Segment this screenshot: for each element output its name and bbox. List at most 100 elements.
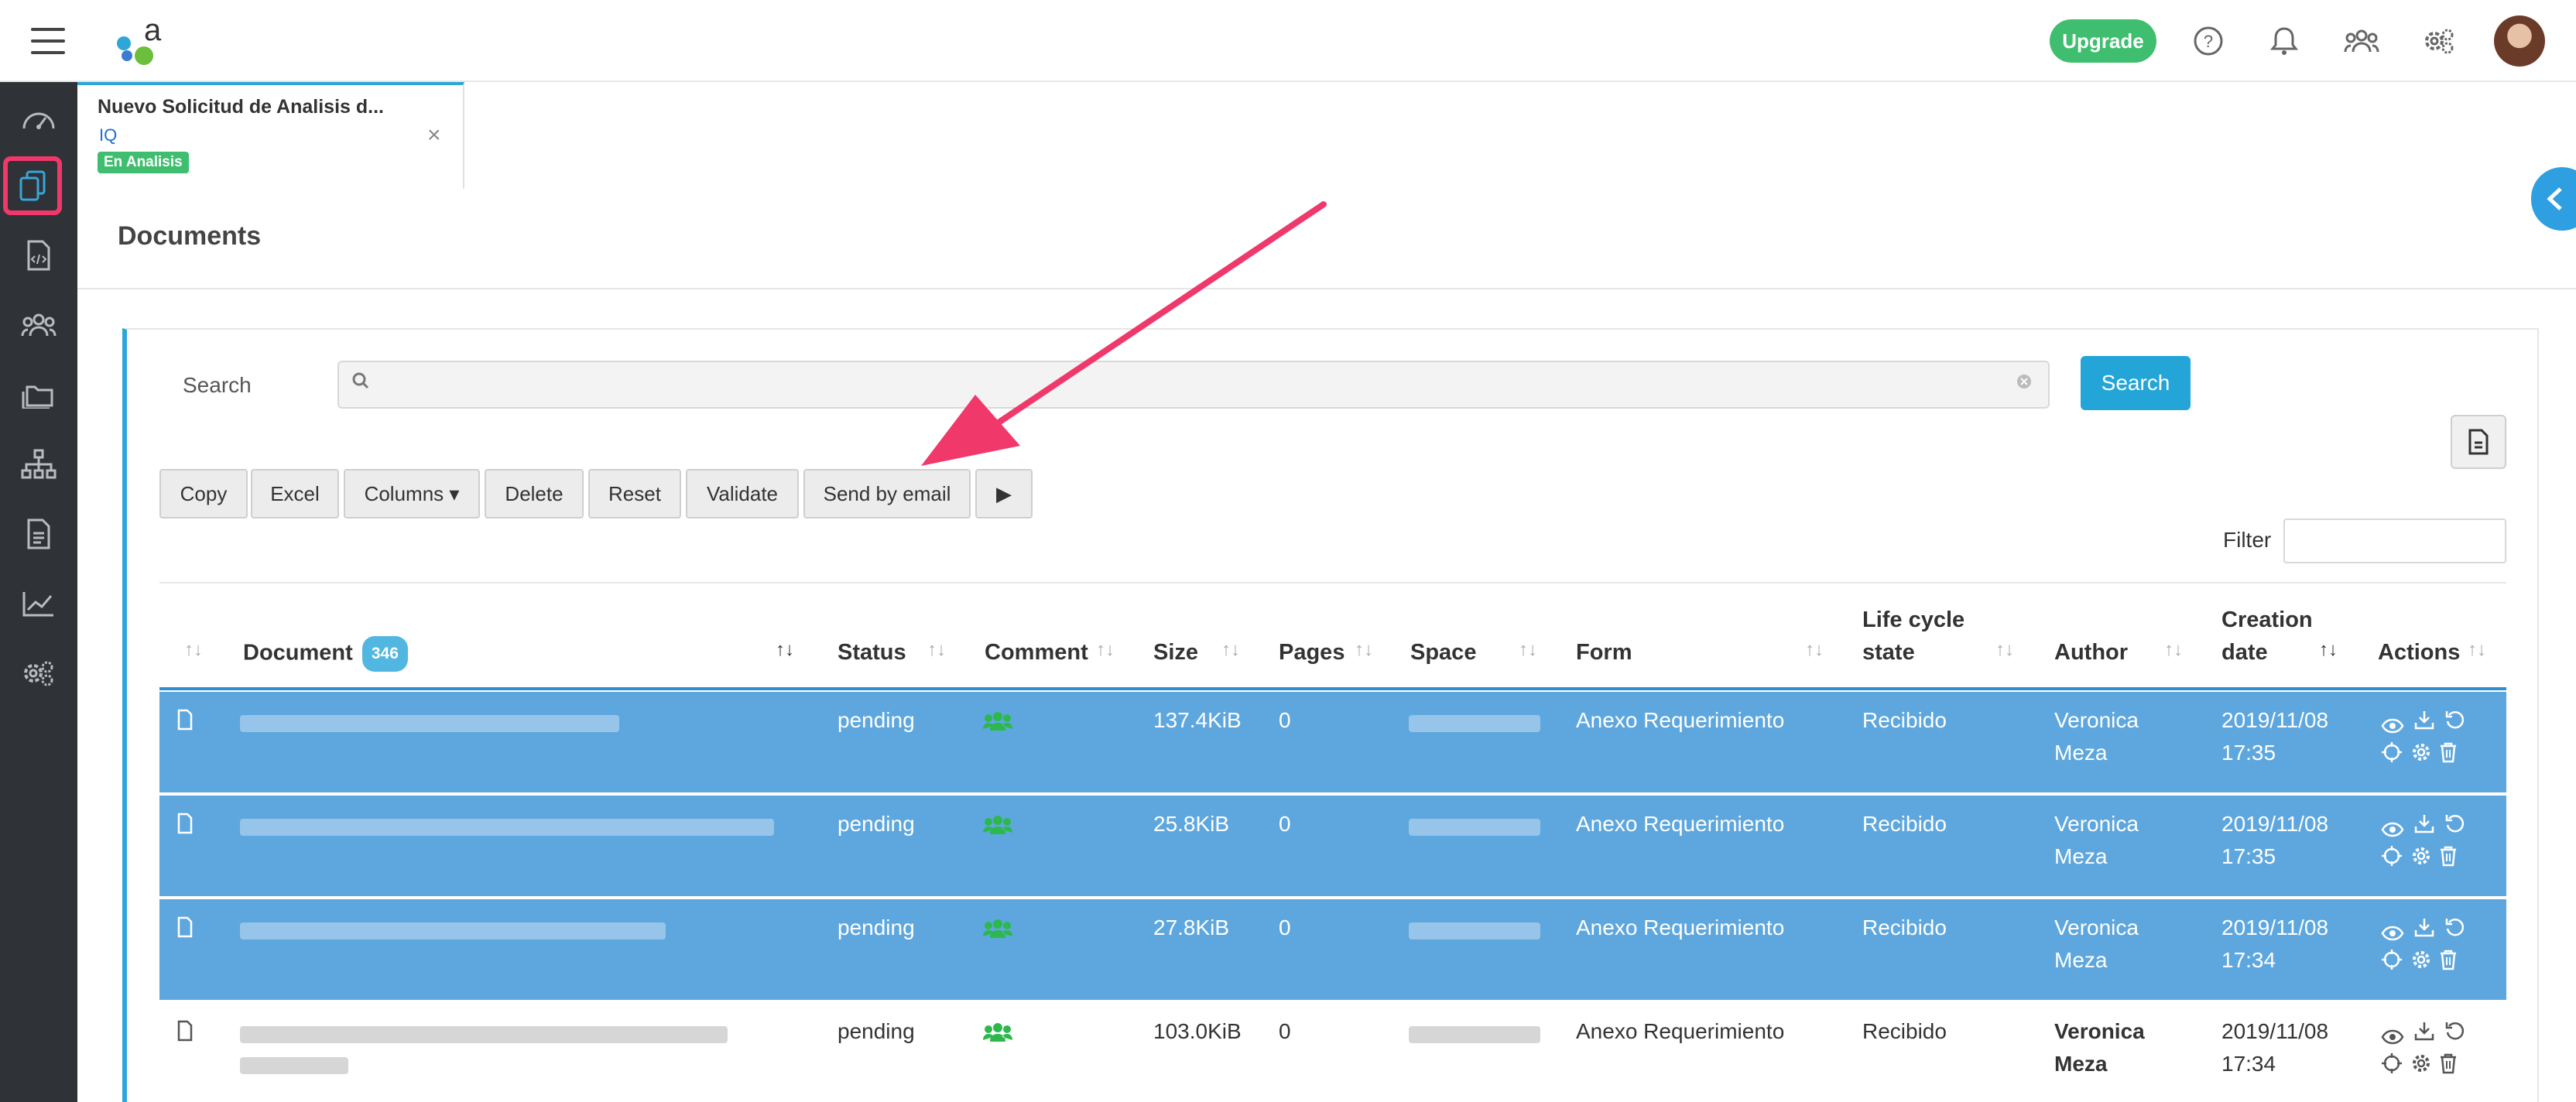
table-row[interactable]: [159, 690, 2506, 792]
export-document-icon[interactable]: [2451, 415, 2506, 469]
user-avatar[interactable]: [2494, 15, 2545, 67]
document-name[interactable]: [240, 1057, 348, 1074]
sort-icon[interactable]: ↑↓: [1995, 639, 2014, 661]
chart-icon[interactable]: [17, 582, 60, 625]
delete-button[interactable]: Delete: [485, 469, 584, 518]
sort-icon[interactable]: ↑↓: [184, 639, 203, 661]
users-icon[interactable]: [2344, 23, 2379, 59]
author-first: Veronica: [2054, 812, 2139, 836]
space-cell[interactable]: [1409, 819, 1540, 836]
gear-icon[interactable]: [2410, 740, 2432, 772]
eye-icon[interactable]: [2381, 918, 2404, 950]
column-header-comment[interactable]: Comment: [985, 636, 1088, 669]
hamburger-menu-icon[interactable]: [31, 28, 65, 54]
column-header-document[interactable]: Document 346: [243, 636, 408, 672]
sort-icon[interactable]: ↑↓: [1096, 639, 1115, 661]
space-cell[interactable]: [1409, 715, 1540, 732]
table-row[interactable]: [159, 898, 2506, 1000]
validate-button[interactable]: Validate: [686, 469, 799, 518]
sort-desc-icon[interactable]: ↑↓: [2319, 639, 2338, 661]
document-name[interactable]: [240, 1026, 728, 1043]
columns-dropdown[interactable]: Columns ▾: [344, 469, 480, 518]
sort-asc-icon[interactable]: ↑↓: [776, 639, 794, 661]
clear-search-icon[interactable]: [2016, 371, 2033, 395]
document-name[interactable]: [240, 715, 619, 732]
app-logo[interactable]: a: [116, 13, 178, 67]
trash-icon[interactable]: [2438, 740, 2458, 772]
download-icon[interactable]: [2413, 1018, 2435, 1051]
trash-icon[interactable]: [2438, 844, 2458, 876]
target-icon[interactable]: [2381, 740, 2403, 772]
column-header-form[interactable]: Form: [1576, 636, 1632, 669]
trash-icon[interactable]: [2438, 947, 2458, 980]
folders-icon[interactable]: [17, 373, 60, 416]
download-icon[interactable]: [2413, 915, 2435, 947]
sort-icon[interactable]: ↑↓: [1519, 639, 1537, 661]
column-header-space[interactable]: Space: [1410, 636, 1476, 669]
document-name[interactable]: [240, 819, 774, 836]
table-row[interactable]: [159, 1001, 2506, 1102]
collapse-panel-button[interactable]: [2531, 167, 2576, 231]
document-name[interactable]: [240, 922, 666, 939]
trash-icon[interactable]: [2438, 1051, 2458, 1083]
sort-icon[interactable]: ↑↓: [927, 639, 946, 661]
upgrade-button[interactable]: Upgrade: [2050, 19, 2156, 63]
documents-icon[interactable]: [3, 156, 62, 215]
space-cell[interactable]: [1409, 1026, 1540, 1043]
author-last: Meza: [2054, 1052, 2108, 1076]
settings-icon[interactable]: [2421, 23, 2457, 59]
help-icon[interactable]: ?: [2191, 23, 2226, 59]
column-header-author[interactable]: Author: [2054, 636, 2128, 669]
eye-icon[interactable]: [2381, 1022, 2404, 1054]
copy-button[interactable]: Copy: [159, 469, 248, 518]
code-file-icon[interactable]: [17, 234, 60, 277]
column-header-status[interactable]: Status: [838, 636, 906, 669]
history-icon[interactable]: [2444, 707, 2466, 740]
eye-icon[interactable]: [2381, 710, 2404, 743]
space-cell[interactable]: [1409, 922, 1540, 939]
date-cell: 2019/11/08: [2221, 812, 2329, 836]
sort-icon[interactable]: ↑↓: [2164, 639, 2183, 661]
excel-button[interactable]: Excel: [251, 469, 339, 518]
gear-icon[interactable]: [2410, 844, 2432, 876]
sort-icon[interactable]: ↑↓: [1355, 639, 1373, 661]
comment-users-icon[interactable]: [983, 811, 1012, 844]
history-icon[interactable]: [2444, 915, 2466, 947]
dashboard-icon[interactable]: [17, 96, 60, 139]
target-icon[interactable]: [2381, 844, 2403, 876]
column-header-creation-date[interactable]: Creation date: [2221, 604, 2330, 669]
eye-icon[interactable]: [2381, 814, 2404, 847]
admin-settings-icon[interactable]: [17, 652, 60, 695]
file-icon: [176, 811, 194, 844]
comment-users-icon[interactable]: [983, 1018, 1012, 1051]
target-icon[interactable]: [2381, 1051, 2403, 1083]
reset-button[interactable]: Reset: [588, 469, 681, 518]
download-icon[interactable]: [2413, 811, 2435, 844]
gear-icon[interactable]: [2410, 947, 2432, 980]
column-header-pages[interactable]: Pages: [1279, 636, 1345, 669]
sort-icon[interactable]: ↑↓: [2468, 639, 2486, 661]
bell-icon[interactable]: [2266, 23, 2302, 59]
size-cell: 27.8KiB: [1153, 915, 1230, 939]
history-icon[interactable]: [2444, 1018, 2466, 1051]
column-header-size[interactable]: Size: [1153, 636, 1198, 669]
gear-icon[interactable]: [2410, 1051, 2432, 1083]
comment-users-icon[interactable]: [983, 915, 1012, 947]
time-cell: 17:34: [2221, 948, 2276, 972]
users-icon[interactable]: [17, 303, 60, 347]
close-icon[interactable]: ×: [427, 122, 441, 149]
org-chart-icon[interactable]: [17, 443, 60, 486]
sort-icon[interactable]: ↑↓: [1805, 639, 1824, 661]
search-button[interactable]: Search: [2081, 356, 2191, 410]
download-icon[interactable]: [2413, 707, 2435, 740]
table-row[interactable]: [159, 794, 2506, 896]
size-cell: 137.4KiB: [1153, 708, 1242, 732]
column-header-lifecycle[interactable]: Life cycle state: [1862, 604, 2002, 669]
history-icon[interactable]: [2444, 811, 2466, 844]
target-icon[interactable]: [2381, 947, 2403, 980]
report-icon[interactable]: [17, 512, 60, 556]
tab-subtitle[interactable]: IQ: [99, 125, 117, 145]
filter-input[interactable]: [2283, 518, 2506, 563]
sort-icon[interactable]: ↑↓: [1221, 639, 1240, 661]
comment-users-icon[interactable]: [983, 707, 1012, 740]
